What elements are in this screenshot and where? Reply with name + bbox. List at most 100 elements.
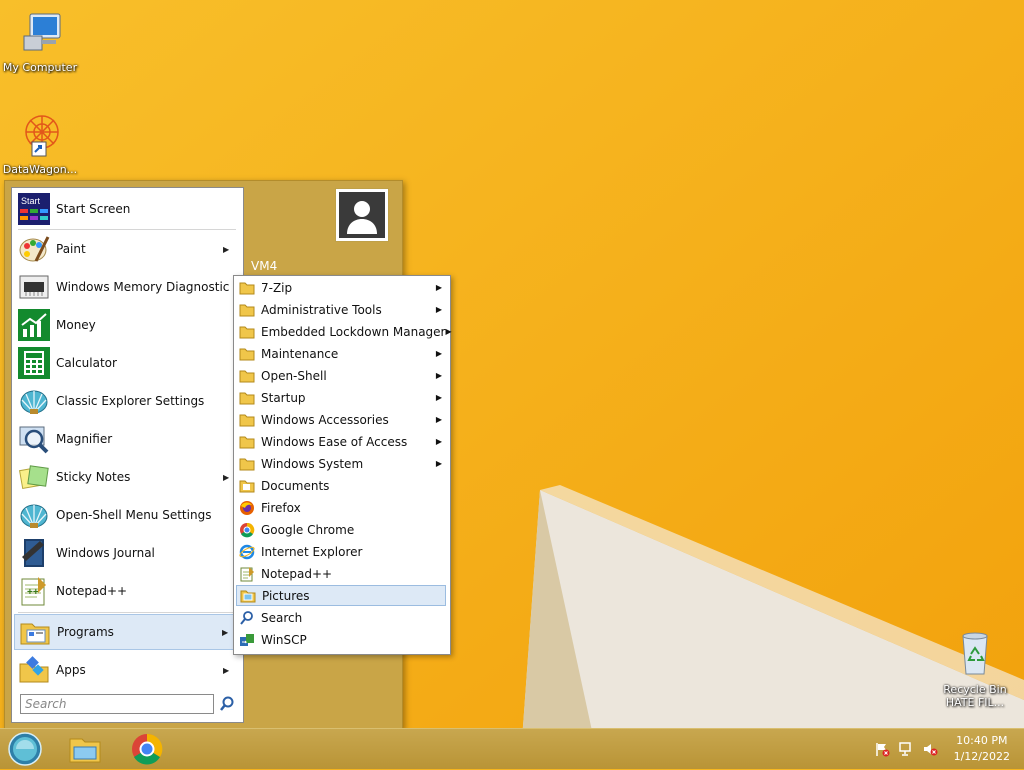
submenu-item-administrative-tools[interactable]: Administrative Tools ▶ [236, 299, 446, 320]
submenu-item-label: Windows Ease of Access [261, 434, 408, 449]
submenu-arrow-icon: ▶ [435, 283, 442, 292]
submenu-arrow-icon: ▶ [435, 459, 442, 468]
chrome-icon [132, 733, 163, 765]
start-item-open-shell-menu-settings[interactable]: Open-Shell Menu Settings [14, 497, 241, 533]
desktop-icon-label: Recycle Bin [943, 683, 1007, 696]
submenu-item-windows-ease-of-access[interactable]: Windows Ease of Access ▶ [236, 431, 446, 452]
submenu-item-windows-system[interactable]: Windows System ▶ [236, 453, 446, 474]
start-item-start-screen[interactable]: Start Start Screen [14, 191, 241, 227]
submenu-item-search[interactable]: Search [236, 607, 446, 628]
network-icon[interactable] [898, 741, 914, 757]
submenu-item-label: Documents [261, 478, 330, 493]
ie-icon [239, 544, 255, 559]
start-item-calculator[interactable]: Calculator [14, 345, 241, 381]
submenu-item-label: Open-Shell [261, 368, 327, 383]
submenu-item-label: Administrative Tools [261, 302, 382, 317]
submenu-arrow-icon: ▶ [223, 244, 230, 254]
start-item-label: Magnifier [56, 432, 113, 446]
submenu-item-maintenance[interactable]: Maintenance ▶ [236, 343, 446, 364]
shell-icon [20, 390, 48, 414]
start-item-label: Notepad++ [56, 584, 128, 598]
submenu-item-label: Windows Accessories [261, 412, 389, 427]
clock-date: 1/12/2022 [953, 750, 1010, 763]
winscp-icon [240, 633, 254, 646]
clock-time: 10:40 PM [956, 734, 1008, 747]
submenu-item-windows-accessories[interactable]: Windows Accessories ▶ [236, 409, 446, 430]
start-item-apps[interactable]: Apps ▶ [14, 652, 241, 688]
submenu-item-embedded-lockdown-manager[interactable]: Embedded Lockdown Manager ▶ [236, 321, 452, 342]
submenu-item-google-chrome[interactable]: Google Chrome [236, 519, 446, 540]
start-item-sticky-notes[interactable]: Sticky Notes ▶ [14, 459, 241, 495]
paint-icon [19, 236, 50, 262]
submenu-item-label: WinSCP [261, 632, 307, 647]
submenu-item-internet-explorer[interactable]: Internet Explorer [236, 541, 446, 562]
start-item-classic-explorer-settings[interactable]: Classic Explorer Settings [14, 383, 241, 419]
pictures-icon [240, 590, 256, 602]
start-item-programs[interactable]: Programs ▶ [14, 614, 241, 650]
user-name[interactable]: VM4 [251, 259, 277, 273]
submenu-item-label: Firefox [261, 500, 301, 515]
firefox-icon [240, 500, 254, 515]
search-icon[interactable] [218, 695, 236, 713]
folder-icon [239, 436, 255, 448]
start-button[interactable] [6, 731, 44, 767]
notepad-plus-icon [240, 566, 254, 581]
datawagon-shortcut-icon [25, 115, 59, 157]
submenu-item-open-shell[interactable]: Open-Shell ▶ [236, 365, 446, 386]
submenu-item-label: 7-Zip [261, 280, 293, 295]
recycle-bin-icon [962, 632, 988, 675]
desktop-icon-my-computer[interactable]: My Computer [0, 8, 80, 74]
start-item-label: Apps [56, 663, 86, 677]
submenu-item-label: Embedded Lockdown Manager [261, 324, 446, 339]
programs-icon [20, 623, 50, 645]
start-search-input[interactable]: Search [20, 694, 214, 714]
notepad-plus-icon: ++ [21, 577, 46, 606]
submenu-item-startup[interactable]: Startup ▶ [236, 387, 446, 408]
folder-icon [239, 414, 255, 426]
desktop-icon-datawagon[interactable]: DataWagon... [0, 110, 80, 176]
folder-icon [239, 458, 255, 470]
submenu-item-firefox[interactable]: Firefox [236, 497, 446, 518]
submenu-arrow-icon: ▶ [435, 349, 442, 358]
programs-submenu: 7-Zip ▶ Administrative Tools ▶ Embedded … [233, 275, 452, 655]
sticky-notes-icon [18, 465, 49, 490]
desktop-icon-recycle-bin[interactable]: Recycle Bin HATE FIL... [935, 630, 1015, 709]
user-icon [339, 192, 385, 238]
action-center-flag-icon[interactable] [874, 741, 890, 757]
start-item-paint[interactable]: Paint ▶ [14, 231, 241, 267]
submenu-item-label: Search [261, 610, 303, 625]
folder-icon [239, 370, 255, 382]
start-item-windows-memory-diagnostic[interactable]: Windows Memory Diagnostic [14, 269, 241, 305]
system-clock[interactable]: 10:40 PM 1/12/2022 [954, 733, 1010, 765]
submenu-arrow-icon: ▶ [435, 415, 442, 424]
submenu-item-winscp[interactable]: WinSCP [236, 629, 446, 650]
money-chart-icon [18, 309, 50, 341]
start-item-label: Money [56, 318, 96, 332]
submenu-item-label: Internet Explorer [261, 544, 363, 559]
start-item-magnifier[interactable]: Magnifier [14, 421, 241, 457]
start-item-windows-journal[interactable]: Windows Journal [14, 535, 241, 571]
taskbar-chrome-button[interactable] [128, 731, 166, 767]
start-item-money[interactable]: Money [14, 307, 241, 343]
submenu-arrow-icon: ▶ [445, 327, 452, 336]
computer-icon [23, 13, 61, 51]
user-avatar[interactable] [335, 188, 389, 242]
submenu-item-notepad-plus-plus[interactable]: Notepad++ [236, 563, 446, 584]
desktop-icon-label: My Computer [2, 61, 78, 74]
submenu-item-pictures[interactable]: Pictures [236, 585, 446, 606]
start-item-notepad-plus-plus[interactable]: ++ Notepad++ [14, 573, 241, 609]
start-item-label: Start Screen [56, 202, 131, 216]
submenu-arrow-icon: ▶ [435, 305, 442, 314]
taskbar-file-explorer-button[interactable] [66, 731, 104, 767]
submenu-item-label: Notepad++ [261, 566, 333, 581]
start-screen-icon: Start [18, 193, 50, 225]
magnifier-icon [19, 426, 49, 454]
submenu-item-7-zip[interactable]: 7-Zip ▶ [236, 277, 446, 298]
chrome-icon [240, 522, 255, 537]
calculator-icon [18, 347, 50, 379]
submenu-item-documents[interactable]: Documents [236, 475, 446, 496]
journal-icon [22, 539, 44, 567]
volume-muted-icon[interactable] [922, 741, 938, 757]
folder-icon [239, 348, 255, 360]
desktop-icon-label: DataWagon... [2, 163, 78, 176]
